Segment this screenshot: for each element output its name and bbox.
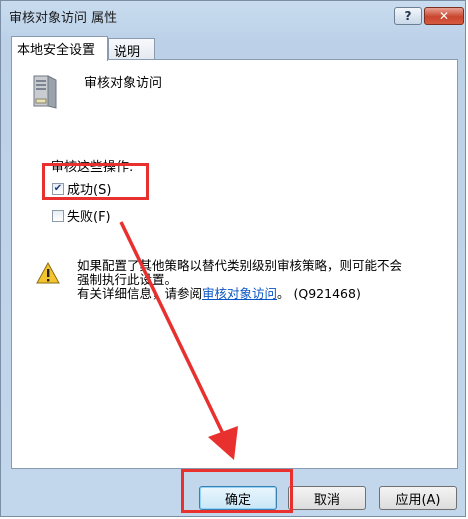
properties-dialog: 审核对象访问 属性 ? ✕ 本地安全设置 说明 审核对象访问 审核这些操作: ✔… — [0, 0, 466, 517]
warning-line-2: 强制执行此设置。 — [77, 272, 178, 287]
window-title: 审核对象访问 属性 — [9, 11, 118, 26]
tab-local-security-setting[interactable]: 本地安全设置 — [11, 36, 108, 61]
title-bar[interactable]: 审核对象访问 属性 ? ✕ — [1, 1, 465, 31]
apply-button[interactable]: 应用(A) — [379, 486, 457, 510]
highlight-box-ok — [181, 469, 293, 513]
close-button[interactable]: ✕ — [424, 7, 464, 25]
failure-label: 失败(F) — [67, 210, 111, 225]
warning-line-3: 有关详细信息，请参阅审核对象访问。 (Q921468) — [77, 287, 442, 301]
cancel-button[interactable]: 取消 — [288, 486, 366, 510]
audit-object-access-link[interactable]: 审核对象访问 — [202, 286, 277, 301]
failure-checkbox[interactable] — [52, 209, 64, 222]
policy-heading: 审核对象访问 — [84, 76, 163, 91]
warning-line-3-prefix: 有关详细信息，请参阅 — [77, 286, 203, 301]
help-button[interactable]: ? — [394, 7, 422, 25]
highlight-box-success — [42, 163, 149, 200]
tab-panel: 审核对象访问 审核这些操作: ✔ 成功(S) 失败(F) 如果配置了其他策略以替… — [11, 59, 458, 469]
failure-checkbox-row[interactable]: 失败(F) — [52, 206, 111, 225]
kb-reference: 。 (Q921468) — [277, 286, 361, 301]
warning-line-1: 如果配置了其他策略以替代类别级别审核策略，则可能不会 — [77, 258, 403, 273]
tab-explain[interactable]: 说明 — [108, 38, 155, 60]
warning-icon — [36, 262, 60, 284]
warning-message: 如果配置了其他策略以替代类别级别审核策略，则可能不会 强制执行此设置。 有关详细… — [77, 259, 442, 301]
server-icon — [33, 75, 57, 109]
